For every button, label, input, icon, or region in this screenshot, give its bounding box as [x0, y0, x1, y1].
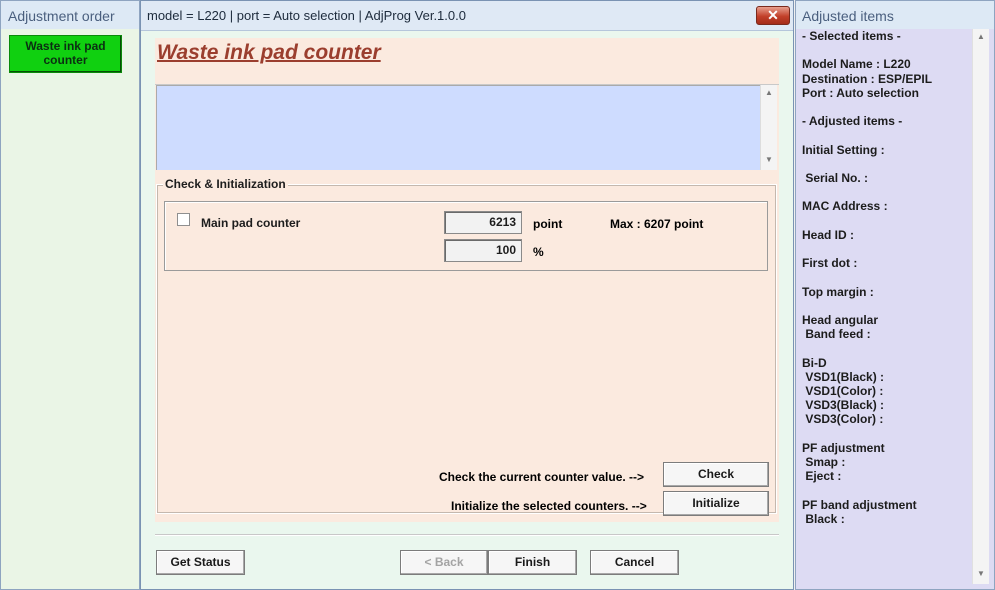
finish-button[interactable]: Finish	[488, 550, 577, 575]
initialize-button[interactable]: Initialize	[663, 491, 769, 516]
main-pad-counter-checkbox[interactable]	[177, 213, 190, 226]
main-pad-counter-label: Main pad counter	[201, 216, 301, 230]
window-title: model = L220 | port = Auto selection | A…	[147, 8, 466, 23]
scroll-up-icon[interactable]: ▲	[977, 32, 985, 41]
window-titlebar: model = L220 | port = Auto selection | A…	[141, 1, 793, 31]
scroll-down-icon[interactable]: ▼	[977, 569, 985, 578]
adjusted-items-list: - Selected items - Model Name : L220 Des…	[802, 29, 933, 526]
adjusted-items-title: Adjusted items	[796, 1, 994, 29]
percent-unit: %	[533, 245, 544, 259]
check-button[interactable]: Check	[663, 462, 769, 487]
group-title: Check & Initialization	[163, 177, 288, 191]
page-title: Waste ink pad counter	[157, 41, 381, 64]
scroll-down-icon[interactable]: ▼	[765, 155, 773, 164]
counter-unit: point	[533, 217, 563, 231]
message-area[interactable]	[156, 85, 763, 170]
scroll-up-icon[interactable]: ▲	[765, 88, 773, 97]
content-area: Waste ink pad counter ▲ ▼ Check & Initia…	[155, 38, 779, 522]
bottom-divider	[155, 534, 779, 536]
max-counter-text: Max : 6207 point	[610, 217, 704, 231]
adjusted-items-panel: Adjusted items - Selected items - Model …	[795, 0, 995, 590]
check-description: Check the current counter value. -->	[439, 470, 645, 484]
get-status-button[interactable]: Get Status	[156, 550, 245, 575]
initialize-description: Initialize the selected counters. -->	[451, 499, 647, 513]
message-scrollbar[interactable]: ▲ ▼	[760, 85, 777, 170]
close-button[interactable]: ✕	[756, 6, 790, 25]
close-icon: ✕	[767, 7, 779, 23]
adjustment-order-title: Adjustment order	[1, 1, 139, 29]
adjusted-items-scrollbar[interactable]: ▲ ▼	[972, 29, 989, 584]
back-button[interactable]: < Back	[400, 550, 488, 575]
adjustment-order-panel: Adjustment order Waste ink pad counter	[0, 0, 140, 590]
percent-value-field: 100	[444, 239, 522, 262]
cancel-button[interactable]: Cancel	[590, 550, 679, 575]
adjustment-item-waste-ink-pad-counter[interactable]: Waste ink pad counter	[9, 35, 122, 73]
counter-value-field: 6213	[444, 211, 522, 234]
main-window: model = L220 | port = Auto selection | A…	[140, 0, 794, 590]
